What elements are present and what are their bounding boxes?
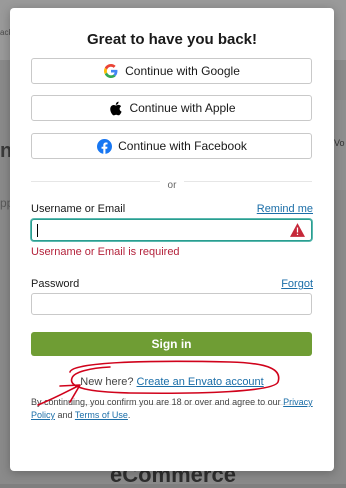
terms-of-use-link[interactable]: Terms of Use (75, 410, 128, 420)
continue-with-google-button[interactable]: Continue with Google (31, 58, 312, 84)
create-account-link[interactable]: Create an Envato account (137, 376, 264, 388)
username-input[interactable] (31, 219, 312, 241)
facebook-icon (96, 138, 112, 154)
warning-icon (290, 223, 305, 242)
bg-side-text: Vo (334, 138, 345, 148)
terms-and: and (57, 410, 73, 420)
terms-intro: By continuing, you confirm you are 18 or… (31, 397, 281, 407)
remind-me-link[interactable]: Remind me (257, 203, 313, 215)
forgot-password-link[interactable]: Forgot (281, 278, 313, 290)
apple-icon (107, 100, 123, 116)
facebook-button-label: Continue with Facebook (118, 139, 247, 153)
apple-button-label: Continue with Apple (129, 101, 236, 115)
sign-in-button[interactable]: Sign in (31, 332, 312, 356)
continue-with-apple-button[interactable]: Continue with Apple (31, 95, 312, 121)
password-label: Password (31, 278, 80, 290)
terms-text: By continuing, you confirm you are 18 or… (31, 396, 316, 422)
google-button-label: Continue with Google (125, 64, 240, 78)
username-error-message: Username or Email is required (31, 246, 180, 258)
continue-with-facebook-button[interactable]: Continue with Facebook (31, 133, 312, 159)
sign-in-modal: Great to have you back! Continue with Go… (10, 8, 334, 471)
new-here-row: New here? Create an Envato account (10, 376, 334, 388)
terms-period: . (127, 410, 131, 420)
username-label: Username or Email (31, 203, 126, 215)
or-divider: or (10, 175, 334, 193)
modal-title: Great to have you back! (86, 31, 258, 48)
password-input[interactable] (31, 293, 312, 315)
text-caret (37, 224, 38, 237)
new-here-text: New here? (80, 376, 134, 388)
or-label: or (159, 180, 185, 191)
google-icon (103, 63, 119, 79)
